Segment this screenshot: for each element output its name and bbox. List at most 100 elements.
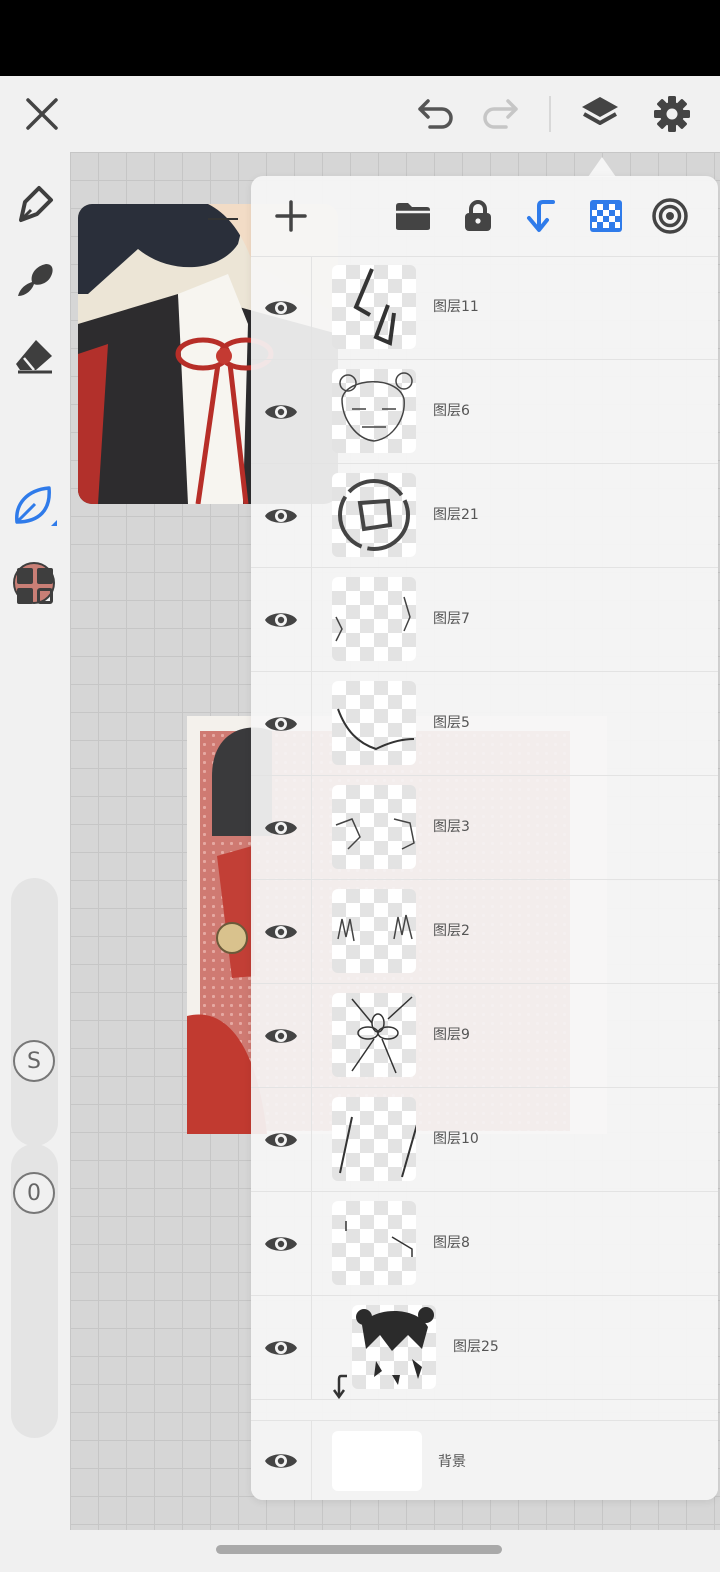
add-layer-button[interactable] <box>263 188 319 244</box>
layer-thumbnail <box>332 889 416 973</box>
eye-icon <box>265 1028 297 1043</box>
undo-icon <box>418 99 453 129</box>
status-bar <box>0 0 720 76</box>
home-indicator[interactable] <box>216 1545 502 1554</box>
clipping-mask-button[interactable] <box>514 188 570 244</box>
alpha-lock-button[interactable] <box>578 188 634 244</box>
gear-icon <box>654 96 690 132</box>
lock-layer-button[interactable] <box>450 188 506 244</box>
layer-thumbnail <box>352 1305 436 1389</box>
grid-menu-icon <box>17 568 53 604</box>
layers-panel: 图层11 图层6 图层21 图层7 图层5 图层3 图层2 图层9 图层10 图… <box>251 176 718 1500</box>
clip-arrow-icon <box>527 200 555 232</box>
visibility-toggle[interactable] <box>251 1296 312 1399</box>
layer-row[interactable]: 图层5 <box>251 672 718 776</box>
close-icon <box>26 98 58 130</box>
layer-row[interactable]: 图层10 <box>251 1088 718 1192</box>
folder-icon <box>396 203 430 230</box>
clipping-indicator-icon <box>332 1374 347 1400</box>
layer-name: 图层2 <box>433 923 470 939</box>
layer-row[interactable]: 图层8 <box>251 1192 718 1296</box>
settings-button[interactable] <box>642 76 702 152</box>
eye-icon <box>265 612 297 627</box>
lock-icon <box>465 200 491 231</box>
eye-icon <box>265 1454 297 1468</box>
layer-row[interactable]: 图层21 <box>251 464 718 568</box>
redo-icon <box>483 99 518 129</box>
visibility-toggle[interactable] <box>251 984 312 1087</box>
eye-icon <box>265 508 297 523</box>
layer-thumbnail <box>332 473 416 557</box>
brush-size-slider[interactable] <box>11 878 58 1146</box>
target-icon <box>652 198 688 234</box>
layer-name: 图层21 <box>433 507 479 523</box>
layer-name: 图层11 <box>433 299 479 315</box>
layer-row[interactable]: 图层25 <box>251 1296 718 1400</box>
tool-sidebar: S 0 <box>0 152 70 1530</box>
opacity-label: 0 <box>13 1172 55 1214</box>
layer-name: 图层6 <box>433 403 470 419</box>
layers-toolbar <box>251 176 718 257</box>
layer-thumbnail <box>332 993 416 1077</box>
eye-icon <box>265 404 297 419</box>
pen-tool-button[interactable] <box>7 176 63 232</box>
layer-thumbnail <box>332 1201 416 1285</box>
brush-tool-icon <box>18 264 53 296</box>
visibility-toggle[interactable] <box>251 256 312 359</box>
layer-row[interactable]: 图层3 <box>251 776 718 880</box>
panel-caret <box>588 157 616 177</box>
eraser-tool-icon <box>16 340 52 374</box>
pen-tool-icon <box>19 186 53 222</box>
eye-icon <box>265 1132 297 1147</box>
folder-button[interactable] <box>385 188 441 244</box>
layer-row[interactable]: 图层7 <box>251 568 718 672</box>
eye-icon <box>265 820 297 835</box>
layer-name: 图层10 <box>433 1131 479 1147</box>
layer-name: 图层9 <box>433 1027 470 1043</box>
layer-thumbnail <box>332 1097 416 1181</box>
visibility-toggle[interactable] <box>251 360 312 463</box>
layer-row[interactable]: 图层6 <box>251 360 718 464</box>
visibility-toggle[interactable] <box>251 1421 312 1500</box>
add-layer-icon <box>275 200 307 232</box>
visibility-toggle[interactable] <box>251 1192 312 1295</box>
eye-icon <box>265 1340 297 1355</box>
visibility-toggle[interactable] <box>251 880 312 983</box>
undo-button[interactable] <box>406 76 466 152</box>
layer-name: 图层5 <box>433 715 470 731</box>
visibility-toggle[interactable] <box>251 672 312 775</box>
size-label: S <box>13 1040 55 1082</box>
layer-row[interactable]: 图层9 <box>251 984 718 1088</box>
visibility-toggle[interactable] <box>251 776 312 879</box>
layer-row[interactable]: 图层11 <box>251 256 718 360</box>
layer-row[interactable]: 图层2 <box>251 880 718 984</box>
eye-icon <box>265 924 297 939</box>
redo-button[interactable] <box>470 76 530 152</box>
visibility-toggle[interactable] <box>251 464 312 567</box>
eye-icon <box>265 716 297 731</box>
leaf-selection-icon <box>15 486 57 526</box>
brush-tool-button[interactable] <box>7 252 63 308</box>
top-toolbar <box>0 76 720 152</box>
selection-tool-button[interactable] <box>7 478 63 534</box>
toolbar-divider <box>549 96 551 132</box>
layer-thumbnail <box>332 577 416 661</box>
transparency-checker-icon <box>590 200 622 232</box>
visibility-toggle[interactable] <box>251 568 312 671</box>
layer-name: 图层8 <box>433 1235 470 1251</box>
background-thumbnail <box>332 1431 422 1491</box>
reference-layer-button[interactable] <box>642 188 698 244</box>
grid-menu-button[interactable] <box>7 558 63 614</box>
layer-name: 图层3 <box>433 819 470 835</box>
layers-icon <box>582 97 618 125</box>
layer-thumbnail <box>332 681 416 765</box>
visibility-toggle[interactable] <box>251 1088 312 1191</box>
layer-name: 图层7 <box>433 611 470 627</box>
eye-icon <box>265 300 297 315</box>
background-layer-row[interactable]: 背景 <box>251 1420 718 1500</box>
layer-thumbnail <box>332 785 416 869</box>
eraser-tool-button[interactable] <box>7 328 63 384</box>
layers-button[interactable] <box>570 76 630 152</box>
eye-icon <box>265 1236 297 1251</box>
close-button[interactable] <box>12 76 72 152</box>
